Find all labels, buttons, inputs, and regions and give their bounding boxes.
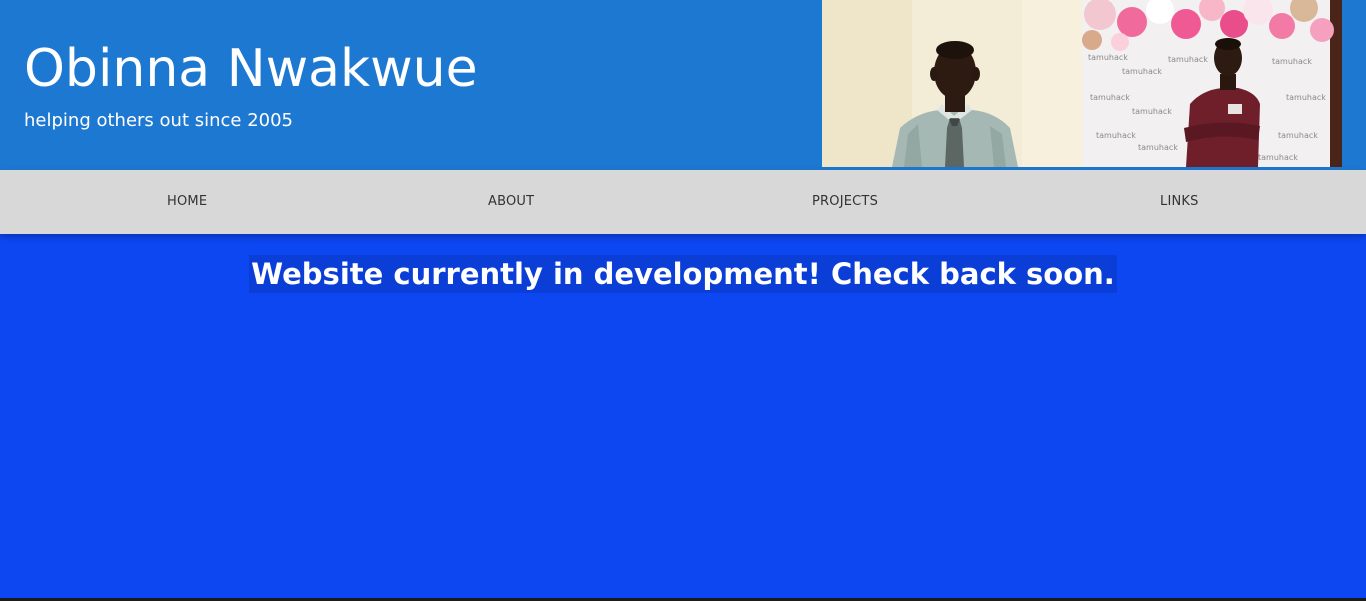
backdrop-text: tamuhack xyxy=(1122,67,1162,76)
nav-projects-link[interactable]: PROJECTS xyxy=(812,170,878,234)
backdrop-text: tamuhack xyxy=(1090,93,1130,102)
header-photo-tamuhack: tamuhack tamuhack tamuhack tamuhack tamu… xyxy=(1082,0,1342,167)
backdrop-text: tamuhack xyxy=(1168,55,1208,64)
site-tagline: helping others out since 2005 xyxy=(24,110,294,131)
backdrop-text: tamuhack xyxy=(1286,93,1326,102)
nav-home-link[interactable]: HOME xyxy=(167,170,207,234)
nav-links-link[interactable]: LINKS xyxy=(1160,170,1199,234)
backdrop-text: tamuhack xyxy=(1138,143,1178,152)
header-photo-portrait xyxy=(822,0,1082,167)
site-title: Obinna Nwakwue xyxy=(24,39,478,99)
main-nav: HOME ABOUT PROJECTS LINKS xyxy=(0,170,1366,234)
site-header: Obinna Nwakwue helping others out since … xyxy=(0,0,1366,170)
notice-container: Website currently in development! Check … xyxy=(0,255,1366,293)
backdrop-text: tamuhack xyxy=(1258,153,1298,162)
backdrop-text: tamuhack xyxy=(1272,57,1312,66)
nav-about-link[interactable]: ABOUT xyxy=(488,170,534,234)
backdrop-text: tamuhack xyxy=(1088,53,1128,62)
backdrop-text: tamuhack xyxy=(1132,107,1172,116)
backdrop-text: tamuhack xyxy=(1278,131,1318,140)
development-notice: Website currently in development! Check … xyxy=(249,255,1117,293)
backdrop-text: tamuhack xyxy=(1096,131,1136,140)
